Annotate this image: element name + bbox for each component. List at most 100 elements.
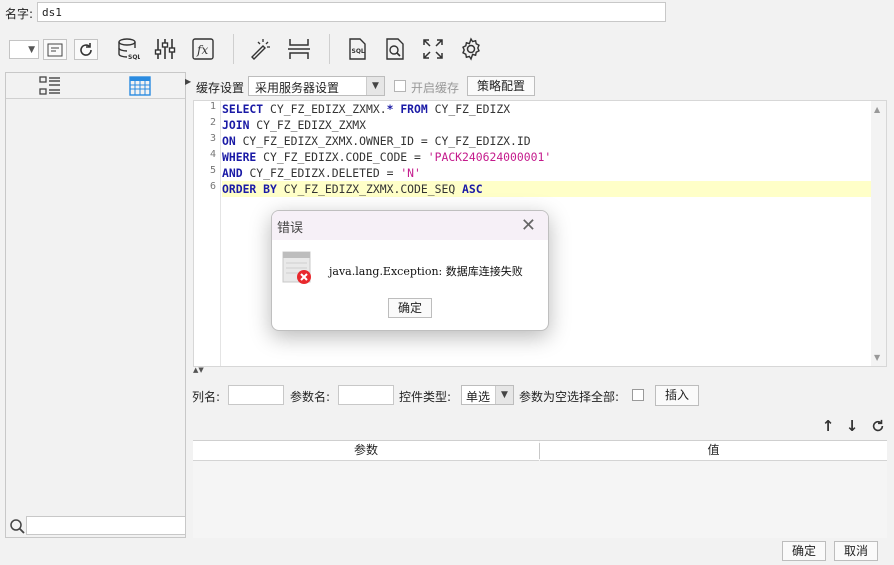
dialog-ok-button[interactable]: 确定 [388, 298, 432, 318]
policy-config-button[interactable]: 策略配置 [467, 76, 535, 96]
scroll-up-icon[interactable]: ▲ [874, 105, 880, 114]
sql-keyword: ON [222, 134, 243, 148]
svg-text:SQL: SQL [128, 54, 140, 61]
settings-button[interactable] [458, 36, 484, 62]
param-name-label: 参数名: [290, 390, 331, 404]
sql-text: CY_FZ_EDIZX [434, 102, 511, 116]
sql-file-icon: SQL [349, 38, 366, 60]
line-number: 2 [209, 117, 216, 128]
error-dialog: 错误 ✕ java.lang.Exception: 数据库连接失败 确定 [271, 210, 549, 331]
toolbar-combo[interactable]: ▼ [9, 40, 39, 59]
toolbar-divider [329, 34, 330, 64]
enable-cache-checkbox[interactable] [394, 80, 406, 92]
vertical-scrollbar[interactable]: ▲ ▼ [871, 101, 886, 366]
sql-file-button[interactable]: SQL [344, 36, 370, 62]
calendar-view-tab[interactable] [129, 76, 151, 99]
sql-keyword: AND [222, 166, 250, 180]
insert-button[interactable]: 插入 [655, 385, 699, 406]
name-input[interactable]: ds1 [37, 2, 666, 22]
cache-mode-value: 采用服务器设置 [255, 81, 340, 95]
formula-icon: fx [192, 38, 214, 60]
page-break-icon [288, 39, 310, 59]
code-line: JOIN CY_FZ_EDIZX_ZXMX [222, 117, 366, 133]
line-number: 6 [209, 181, 216, 192]
refresh-icon[interactable] [869, 417, 887, 435]
column-name-input[interactable] [228, 385, 284, 405]
left-panel [5, 72, 186, 538]
empty-select-all-checkbox[interactable] [632, 389, 644, 401]
name-label: 名字: [5, 7, 34, 21]
formula-button[interactable]: fx [190, 36, 216, 62]
fullscreen-button[interactable] [420, 36, 446, 62]
close-icon[interactable]: ✕ [521, 215, 536, 236]
chevron-down-icon: ▼ [495, 386, 513, 404]
magic-button[interactable] [247, 36, 273, 62]
control-type-label: 控件类型: [399, 390, 452, 404]
sql-string: 'PACK240624000001' [427, 150, 552, 164]
preview-button[interactable] [43, 39, 67, 60]
ok-button[interactable]: 确定 [782, 541, 826, 561]
parameters-button[interactable] [152, 36, 178, 62]
search-icon [9, 518, 25, 537]
sql-text: CY_FZ_EDIZX.DELETED = [249, 166, 401, 180]
enable-cache-label: 开启缓存 [411, 81, 460, 95]
param-name-input[interactable] [338, 385, 394, 405]
move-down-icon[interactable]: ↓ [843, 417, 861, 435]
line-number: 1 [209, 101, 216, 112]
param-column-header[interactable]: 参数 [193, 441, 539, 461]
splitter-arrows-icon[interactable]: ▲▼ [193, 366, 204, 374]
sql-keyword: ASC [462, 182, 483, 196]
line-number: 4 [209, 149, 216, 160]
svg-text:SQL: SQL [352, 48, 365, 55]
magic-wand-icon [251, 39, 270, 60]
search-doc-button[interactable] [382, 36, 408, 62]
left-panel-tabs [6, 73, 185, 99]
fullscreen-icon [423, 39, 443, 59]
sql-text: CY_FZ_EDIZX_ZXMX.CODE_SEQ [283, 182, 463, 196]
sql-text: CY_FZ_EDIZX_ZXMX.OWNER_ID = CY_FZ_EDIZX.… [242, 134, 531, 148]
move-up-icon[interactable]: ↑ [819, 417, 837, 435]
database-sql-button[interactable]: SQL [115, 36, 141, 62]
sql-keyword: JOIN [222, 118, 257, 132]
list-view-tab[interactable] [39, 76, 61, 99]
sql-text: CY_FZ_EDIZX_ZXMX [256, 118, 367, 132]
cancel-button[interactable]: 取消 [834, 541, 878, 561]
sql-keyword: SELECT [222, 102, 271, 116]
search-input[interactable] [26, 516, 186, 535]
chevron-down-icon: ▼ [366, 77, 384, 95]
collapse-arrow-icon[interactable]: ▶ [185, 77, 191, 86]
sliders-icon [154, 39, 176, 59]
line-number-gutter: 1 2 3 4 5 6 [194, 101, 221, 366]
gear-icon [462, 37, 480, 61]
scroll-down-icon[interactable]: ▼ [874, 353, 880, 362]
preview-icon [47, 43, 63, 56]
refresh-icon [80, 42, 92, 56]
param-table: 参数 值 [193, 440, 887, 538]
page-break-button[interactable] [286, 36, 312, 62]
sql-keyword: * FROM [386, 102, 435, 116]
value-column-header[interactable]: 值 [540, 441, 887, 461]
error-message: java.lang.Exception: 数据库连接失败 [329, 265, 523, 278]
refresh-button[interactable] [74, 39, 98, 60]
control-type-value: 单选 [466, 390, 491, 404]
dialog-title: 错误 [277, 221, 304, 236]
chevron-down-icon: ▼ [28, 45, 35, 55]
sql-keyword: WHERE [222, 150, 264, 164]
sql-text: CY_FZ_EDIZX_ZXMX. [270, 102, 387, 116]
svg-text:fx: fx [196, 43, 208, 57]
database-sql-icon: SQL [118, 38, 140, 61]
control-type-select[interactable]: 单选 ▼ [461, 385, 514, 405]
error-icon [282, 251, 314, 285]
cache-settings-label: 缓存设置 [196, 81, 245, 95]
code-line: SELECT CY_FZ_EDIZX_ZXMX.* FROM CY_FZ_EDI… [222, 101, 510, 117]
sql-text: CY_FZ_EDIZX.CODE_CODE = [263, 150, 428, 164]
line-number: 3 [209, 133, 216, 144]
code-line: ORDER BY CY_FZ_EDIZX_ZXMX.CODE_SEQ ASC [222, 181, 483, 197]
empty-select-all-label: 参数为空选择全部: [519, 390, 620, 404]
dialog-title-bar[interactable]: 错误 ✕ [272, 211, 548, 240]
line-number: 5 [209, 165, 216, 176]
column-name-label: 列名: [192, 390, 221, 404]
code-line: WHERE CY_FZ_EDIZX.CODE_CODE = 'PACK24062… [222, 149, 551, 165]
toolbar-divider [233, 34, 234, 64]
cache-mode-select[interactable]: 采用服务器设置 ▼ [248, 76, 385, 96]
